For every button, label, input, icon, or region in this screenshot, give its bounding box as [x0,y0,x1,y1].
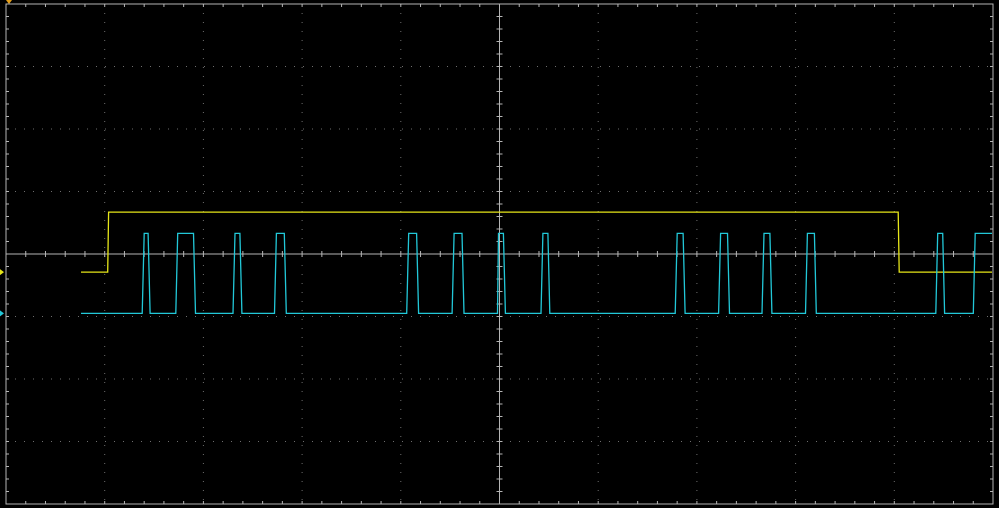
oscilloscope-display [0,0,999,508]
